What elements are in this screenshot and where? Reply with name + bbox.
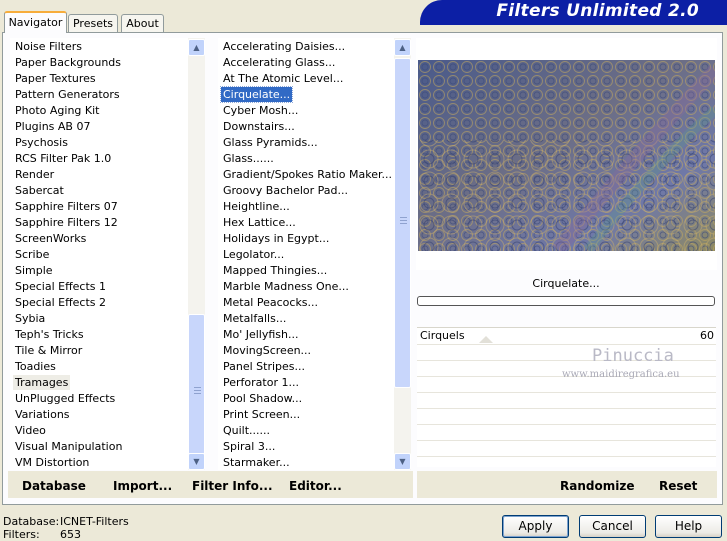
list-item[interactable]: Video: [13, 423, 48, 438]
list-item[interactable]: VM Distortion: [13, 455, 91, 470]
cancel-button[interactable]: Cancel: [579, 515, 646, 538]
list-item[interactable]: Special Effects 2: [13, 295, 108, 310]
scroll-down-icon[interactable]: ▼: [188, 453, 205, 470]
param-row: [417, 393, 716, 409]
list-item[interactable]: Heightline...: [221, 199, 292, 214]
list-item[interactable]: Print Screen...: [221, 407, 302, 422]
list-item[interactable]: Toadies: [13, 359, 58, 374]
tab-navigator[interactable]: Navigator: [4, 11, 67, 33]
progress-bar: [417, 296, 715, 306]
right-toolbar: Randomize Reset: [417, 471, 717, 498]
status-filters-label: Filters:: [3, 528, 40, 541]
param-row: [417, 425, 716, 441]
list-item[interactable]: MovingScreen...: [221, 343, 313, 358]
list-item[interactable]: RCS Filter Pak 1.0: [13, 151, 113, 166]
list-item[interactable]: Paper Textures: [13, 71, 98, 86]
list-item[interactable]: Sabercat: [13, 183, 66, 198]
list-item[interactable]: Teph's Tricks: [13, 327, 86, 342]
scroll-up-icon[interactable]: ▲: [394, 39, 411, 56]
list-item[interactable]: Holidays in Egypt...: [221, 231, 331, 246]
list-item[interactable]: Tramages: [13, 375, 71, 390]
scroll-up-icon[interactable]: ▲: [188, 39, 205, 56]
list-item[interactable]: ScreenWorks: [13, 231, 88, 246]
import-button[interactable]: Import...: [113, 479, 172, 493]
list-item[interactable]: At The Atomic Level...: [221, 71, 345, 86]
list-item[interactable]: Perforator 1...: [221, 375, 301, 390]
watermark-site: www.maidiregrafica.eu: [562, 369, 680, 380]
list-item[interactable]: Accelerating Daisies...: [221, 39, 347, 54]
list-item[interactable]: Quilt......: [221, 423, 272, 438]
param-row: [417, 329, 716, 345]
list-item[interactable]: Metal Peacocks...: [221, 295, 320, 310]
list-item[interactable]: Downstairs...: [221, 119, 297, 134]
list-item[interactable]: Gradient/Spokes Ratio Maker...: [221, 167, 394, 182]
list-item[interactable]: Paper Backgrounds: [13, 55, 123, 70]
list-item[interactable]: Spiral 3...: [221, 439, 277, 454]
app-title: Filters Unlimited 2.0: [496, 1, 699, 21]
list-item[interactable]: Tile & Mirror: [13, 343, 84, 358]
list-item[interactable]: UnPlugged Effects: [13, 391, 117, 406]
category-list[interactable]: Noise Filters Paper Backgrounds Paper Text…: [10, 38, 188, 470]
list-item[interactable]: Mapped Thingies...: [221, 263, 329, 278]
list-item[interactable]: Sapphire Filters 12: [13, 215, 120, 230]
list-item[interactable]: Render: [13, 167, 56, 182]
list-item[interactable]: Legolator...: [221, 247, 286, 262]
list-item[interactable]: Variations: [13, 407, 72, 422]
tab-presets[interactable]: Presets: [68, 14, 118, 32]
preview-image: [418, 60, 715, 251]
filter-scrollbar[interactable]: ▲ ▼: [394, 38, 411, 470]
list-item[interactable]: Hex Lattice...: [221, 215, 298, 230]
list-item[interactable]: Groovy Bachelor Pad...: [221, 183, 350, 198]
watermark-name: Pinuccia: [592, 346, 674, 366]
list-item[interactable]: Mo' Jellyfish...: [221, 327, 301, 342]
list-item[interactable]: Starmaker...: [221, 455, 292, 470]
list-item[interactable]: Metalfalls...: [221, 311, 288, 326]
title-banner: Filters Unlimited 2.0: [420, 0, 727, 25]
left-toolbar: Database Import... Filter Info... Editor…: [8, 471, 413, 498]
preview-pattern: [418, 60, 715, 251]
list-item[interactable]: Scribe: [13, 247, 51, 262]
list-item[interactable]: Visual Manipulation: [13, 439, 124, 454]
list-item[interactable]: Cirquelate...: [219, 86, 294, 103]
list-item[interactable]: Noise Filters: [13, 39, 84, 54]
filter-info-button[interactable]: Filter Info...: [192, 479, 273, 493]
list-item[interactable]: Special Effects 1: [13, 279, 108, 294]
param-row: [417, 441, 716, 457]
status-filters-value: 653: [60, 528, 81, 541]
list-item[interactable]: Sybia: [13, 311, 47, 326]
parameter-slider-track[interactable]: [417, 327, 716, 328]
filter-list[interactable]: Accelerating Daisies... Accelerating Glas…: [218, 38, 394, 470]
list-item[interactable]: Plugins AB 07: [13, 119, 92, 134]
list-item[interactable]: Cyber Mosh...: [221, 103, 300, 118]
list-item[interactable]: Sapphire Filters 07: [13, 199, 120, 214]
list-item[interactable]: Glass......: [221, 151, 276, 166]
scroll-down-icon[interactable]: ▼: [394, 453, 411, 470]
list-item[interactable]: Simple: [13, 263, 55, 278]
status-database-value: ICNET-Filters: [60, 515, 129, 528]
list-item[interactable]: Glass Pyramids...: [221, 135, 320, 150]
scroll-thumb[interactable]: [188, 314, 205, 467]
randomize-button[interactable]: Randomize: [560, 479, 634, 493]
param-row: [417, 409, 716, 425]
apply-button[interactable]: Apply: [502, 515, 569, 538]
list-item[interactable]: Marble Madness One...: [221, 279, 351, 294]
database-button[interactable]: Database: [22, 479, 86, 493]
scroll-thumb[interactable]: [394, 58, 411, 388]
list-item[interactable]: Pool Shadow...: [221, 391, 304, 406]
preview-filter-name: Cirquelate...: [532, 277, 600, 290]
list-item[interactable]: Photo Aging Kit: [13, 103, 101, 118]
category-scrollbar[interactable]: ▲ ▼: [188, 38, 205, 470]
reset-button[interactable]: Reset: [659, 479, 697, 493]
list-item[interactable]: Pattern Generators: [13, 87, 122, 102]
status-database-label: Database:: [3, 515, 60, 528]
list-item[interactable]: Psychosis: [13, 135, 70, 150]
help-button[interactable]: Help: [655, 515, 722, 538]
list-item[interactable]: Accelerating Glass...: [221, 55, 337, 70]
editor-button[interactable]: Editor...: [289, 479, 342, 493]
tab-about[interactable]: About: [121, 14, 164, 32]
list-item[interactable]: Panel Stripes...: [221, 359, 307, 374]
